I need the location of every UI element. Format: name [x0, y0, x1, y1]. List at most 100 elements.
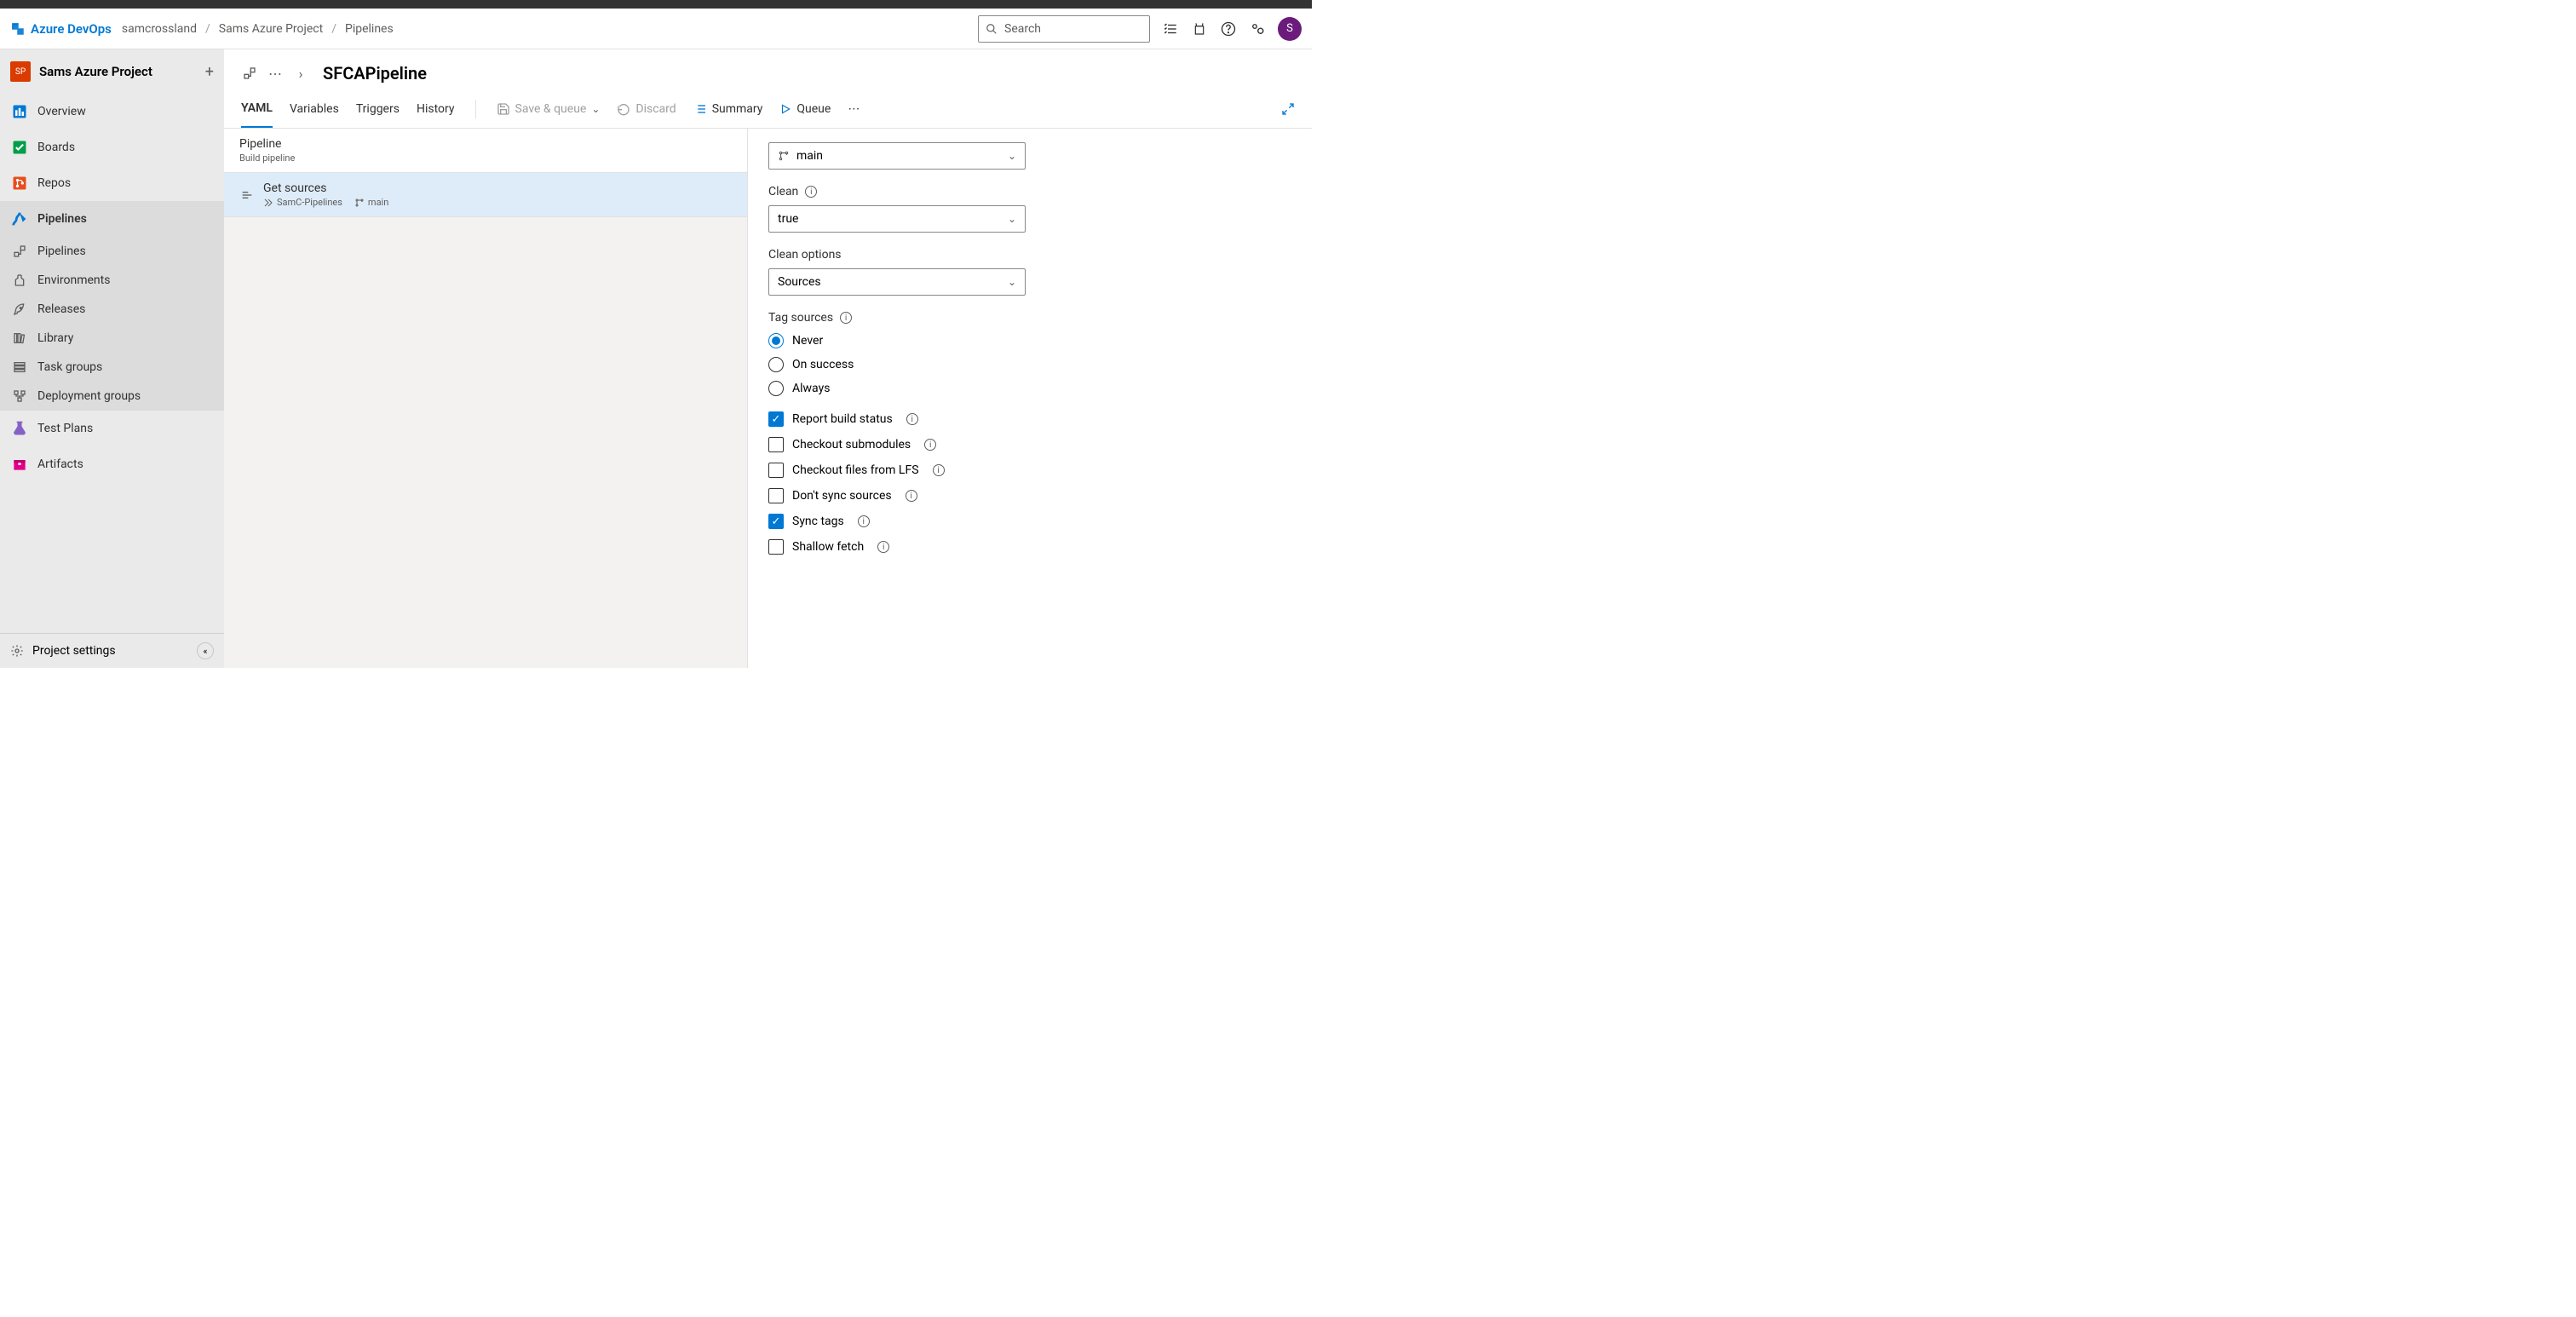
info-icon[interactable]: i [924, 439, 936, 451]
breadcrumb-separator: / [205, 22, 210, 36]
header: Azure DevOps samcrossland / Sams Azure P… [0, 9, 1312, 49]
check-checkout-submodules[interactable]: Checkout submodulesi [768, 437, 1291, 452]
fullscreen-icon[interactable] [1281, 102, 1295, 116]
info-icon[interactable]: i [805, 186, 817, 198]
checkbox-label: Report build status [792, 412, 893, 426]
boards-icon [10, 138, 29, 157]
pipeline-nav-icon[interactable] [241, 66, 258, 80]
browser-chrome-bar [0, 0, 1312, 9]
branch-icon [778, 150, 790, 162]
project-header[interactable]: SP Sams Azure Project + [0, 49, 224, 94]
settings-icon[interactable] [1249, 20, 1266, 37]
info-icon[interactable]: i [858, 515, 870, 527]
sidebar-sub-library[interactable]: Library [0, 324, 224, 353]
pipelines-icon [10, 210, 29, 228]
check-sync-tags[interactable]: ✓Sync tagsi [768, 514, 1291, 529]
checkbox[interactable]: ✓ [768, 411, 784, 427]
clean-options-label: Clean options [768, 248, 842, 262]
checkbox[interactable] [768, 437, 784, 452]
queue-button[interactable]: Queue [779, 102, 831, 116]
checkbox[interactable] [768, 488, 784, 503]
chevron-down-icon: ⌄ [1008, 213, 1016, 225]
sidebar-item-repos[interactable]: Repos [0, 165, 224, 201]
sidebar-sub-deployment-groups[interactable]: Deployment groups [0, 382, 224, 411]
play-icon [779, 103, 791, 115]
chevron-right-icon: › [292, 66, 309, 82]
breadcrumb-org[interactable]: samcrossland [122, 22, 197, 36]
radio-on-success[interactable]: On success [768, 357, 1291, 372]
sidebar-item-boards[interactable]: Boards [0, 129, 224, 165]
library-icon [12, 331, 27, 346]
pipeline-steps-panel: Pipeline Build pipeline Get sources SamC… [224, 129, 747, 668]
marketplace-icon[interactable] [1191, 20, 1208, 37]
sidebar: SP Sams Azure Project + Overview Boards … [0, 49, 224, 668]
summary-button[interactable]: Summary [693, 102, 763, 116]
sidebar-item-overview[interactable]: Overview [0, 94, 224, 129]
branch-meta: main [354, 197, 388, 208]
tab-yaml[interactable]: YAML [241, 90, 273, 128]
info-icon[interactable]: i [877, 541, 889, 553]
chevron-down-icon: ⌄ [591, 103, 600, 115]
more-icon[interactable]: ⋯ [267, 66, 284, 82]
branch-select[interactable]: main ⌄ [768, 142, 1026, 170]
info-icon[interactable]: i [840, 312, 852, 324]
properties-panel: main ⌄ Clean i true ⌄ [747, 129, 1312, 668]
radio-never[interactable]: Never [768, 333, 1291, 348]
user-avatar[interactable]: S [1278, 17, 1302, 41]
sidebar-item-test-plans[interactable]: Test Plans [0, 411, 224, 446]
project-name: Sams Azure Project [39, 64, 197, 79]
tab-triggers[interactable]: Triggers [356, 90, 400, 128]
more-actions-button[interactable]: ⋯ [848, 102, 860, 116]
check-shallow-fetch[interactable]: Shallow fetch i [768, 539, 1291, 555]
sidebar-sub-releases[interactable]: Releases [0, 295, 224, 324]
info-icon[interactable]: i [933, 464, 945, 476]
test-plans-icon [10, 419, 29, 438]
checkbox[interactable] [768, 463, 784, 478]
clean-label: Clean [768, 185, 798, 198]
discard-button[interactable]: Discard [617, 102, 676, 116]
checkbox[interactable] [768, 539, 784, 555]
sidebar-sub-environments[interactable]: Environments [0, 266, 224, 295]
radio-always[interactable]: Always [768, 381, 1291, 396]
clean-select[interactable]: true ⌄ [768, 205, 1026, 233]
sidebar-item-artifacts[interactable]: Artifacts [0, 446, 224, 482]
checkbox[interactable]: ✓ [768, 514, 784, 529]
radio-input[interactable] [768, 333, 784, 348]
tab-history[interactable]: History [417, 90, 455, 128]
azure-icon [10, 21, 26, 37]
product-logo[interactable]: Azure DevOps [10, 21, 112, 37]
save-queue-button[interactable]: Save & queue ⌄ [497, 102, 601, 116]
radio-input[interactable] [768, 381, 784, 396]
save-icon [497, 102, 510, 116]
search-icon [986, 23, 998, 35]
separator [475, 100, 476, 118]
breadcrumb-project[interactable]: Sams Azure Project [219, 22, 323, 36]
page-title: SFCAPipeline [323, 63, 427, 83]
repo-meta: SamC-Pipelines [263, 197, 342, 208]
step-get-sources[interactable]: Get sources SamC-Pipelines main [224, 173, 747, 217]
check-don-t-sync-sources[interactable]: Don't sync sourcesi [768, 488, 1291, 503]
breadcrumb-section[interactable]: Pipelines [345, 22, 394, 36]
clean-options-select[interactable]: Sources ⌄ [768, 268, 1026, 296]
add-icon[interactable]: + [205, 63, 214, 81]
sidebar-sub-task-groups[interactable]: Task groups [0, 353, 224, 382]
sidebar-sub-pipelines[interactable]: Pipelines [0, 237, 224, 266]
info-icon[interactable]: i [906, 490, 917, 502]
check-checkout-files-from-lfs[interactable]: Checkout files from LFSi [768, 463, 1291, 478]
chevron-down-icon: ⌄ [1008, 150, 1016, 162]
sidebar-item-pipelines[interactable]: Pipelines [0, 201, 224, 237]
step-pipeline[interactable]: Pipeline Build pipeline [224, 129, 747, 173]
search-input[interactable]: Search [978, 15, 1150, 43]
radio-input[interactable] [768, 357, 784, 372]
info-icon[interactable]: i [906, 413, 918, 425]
help-icon[interactable] [1220, 20, 1237, 37]
undo-icon [617, 102, 630, 116]
work-items-icon[interactable] [1162, 20, 1179, 37]
project-settings[interactable]: Project settings « [0, 633, 224, 668]
collapse-icon[interactable]: « [197, 642, 214, 659]
project-icon: SP [10, 61, 31, 82]
tab-variables[interactable]: Variables [290, 90, 339, 128]
sources-icon [239, 188, 255, 202]
checkbox-label: Shallow fetch [792, 540, 864, 554]
check-report-build-status[interactable]: ✓ Report build status i [768, 411, 1291, 427]
